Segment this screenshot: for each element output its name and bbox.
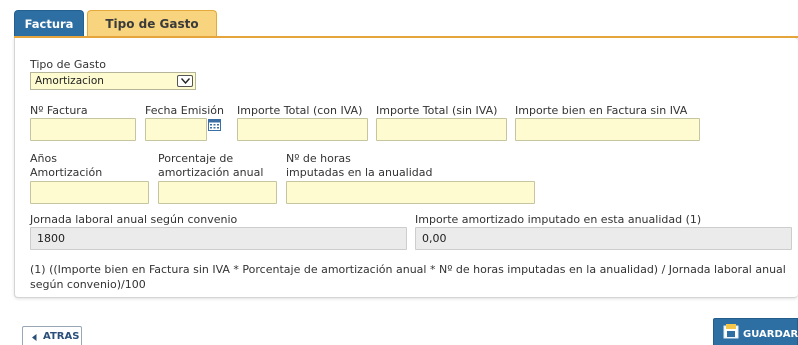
- importe-con-iva-label: Importe Total (con IVA): [237, 104, 363, 117]
- importe-bien-label: Importe bien en Factura sin IVA: [515, 104, 688, 117]
- horas-label-line2: imputadas en la anualidad: [286, 166, 433, 179]
- importe-sin-iva-label: Importe Total (sin IVA): [376, 104, 498, 117]
- tipo-gasto-label: Tipo de Gasto: [30, 58, 106, 71]
- calendar-icon[interactable]: [208, 119, 221, 131]
- anos-label-line2: Amortización: [30, 166, 103, 179]
- save-button[interactable]: GUARDAR: [713, 318, 798, 345]
- tipo-gasto-select[interactable]: Amortizacion: [30, 72, 196, 90]
- importe-bien-input[interactable]: [515, 118, 700, 141]
- jornada-field: 1800: [30, 227, 407, 250]
- back-button-label: ATRAS: [43, 331, 80, 342]
- porcentaje-amortizacion-input[interactable]: [158, 181, 277, 204]
- tab-bar: Factura Tipo de Gasto: [14, 10, 217, 37]
- n-factura-input[interactable]: [30, 118, 136, 141]
- horas-label-line1: Nº de horas: [286, 152, 351, 165]
- importe-sin-iva-input[interactable]: [376, 118, 507, 141]
- porcentaje-label-line2: amortización anual: [158, 166, 264, 179]
- jornada-label: Jornada laboral anual según convenio: [30, 213, 238, 226]
- active-tab-underline: [14, 36, 798, 38]
- tab-factura[interactable]: Factura: [14, 10, 84, 37]
- anos-amortizacion-input[interactable]: [30, 181, 149, 204]
- fecha-emision-input[interactable]: [145, 118, 207, 141]
- horas-imputadas-input[interactable]: [286, 181, 535, 204]
- tipo-gasto-value: Amortizacion: [35, 75, 104, 87]
- anos-label-line1: Años: [30, 152, 57, 165]
- importe-amortizado-label: Importe amortizado imputado en esta anua…: [415, 213, 702, 226]
- porcentaje-label-line1: Porcentaje de: [158, 152, 234, 165]
- arrow-left-icon: [32, 334, 37, 341]
- n-factura-label: Nº Factura: [30, 104, 88, 117]
- importe-amortizado-field: 0,00: [415, 227, 792, 250]
- importe-con-iva-input[interactable]: [237, 118, 368, 141]
- chevron-down-icon: [177, 75, 193, 87]
- fecha-emision-label: Fecha Emisión: [145, 104, 224, 117]
- back-button[interactable]: ATRAS: [22, 326, 82, 345]
- save-icon: [723, 324, 739, 339]
- save-button-label: GUARDAR: [743, 329, 798, 340]
- formula-note: (1) ((Importe bien en Factura sin IVA * …: [30, 263, 786, 291]
- tab-tipo-de-gasto[interactable]: Tipo de Gasto: [87, 10, 217, 37]
